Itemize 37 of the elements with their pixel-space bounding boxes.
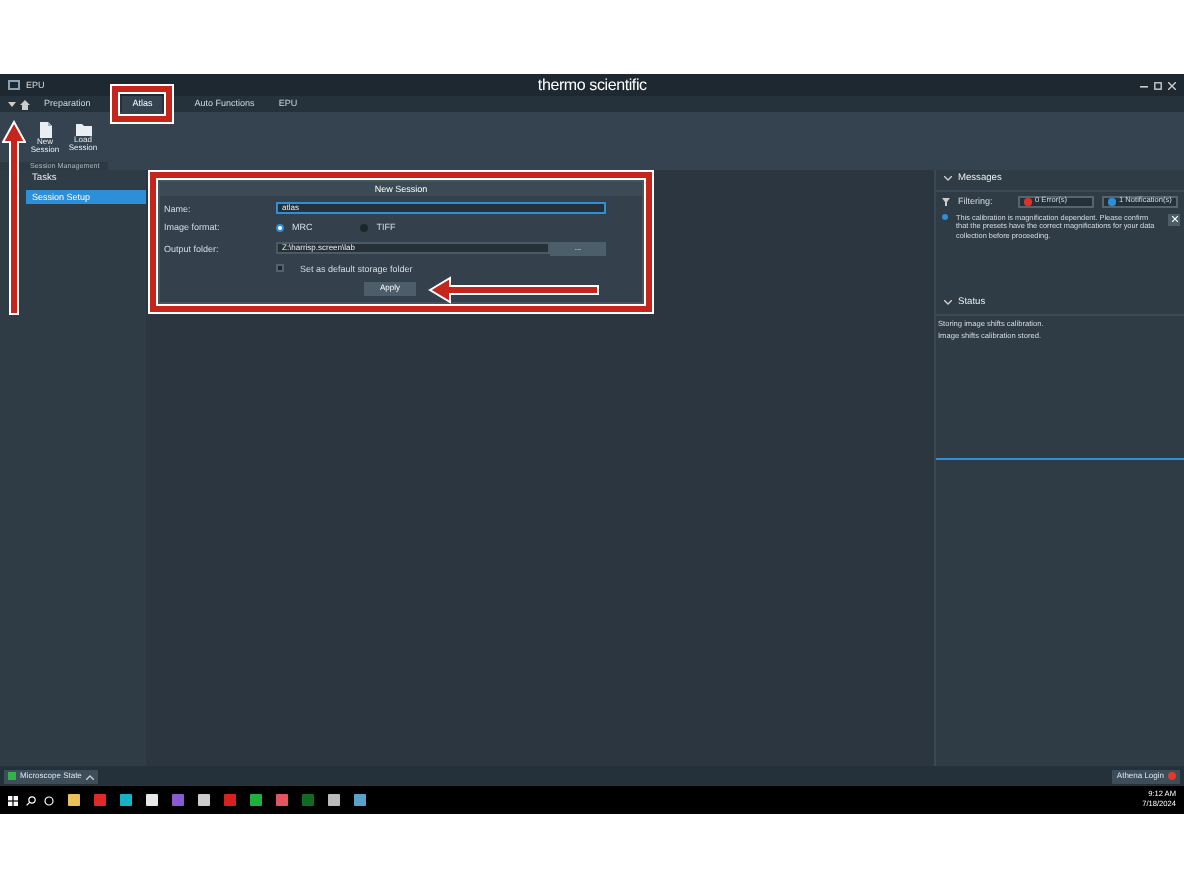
checkbox[interactable] <box>276 264 284 273</box>
windows-icon[interactable] <box>8 795 18 805</box>
close-icon[interactable] <box>1168 81 1176 89</box>
radio-button[interactable] <box>360 224 369 233</box>
error-dot-icon <box>1168 772 1176 780</box>
app-icon[interactable] <box>328 794 340 806</box>
app-icon[interactable] <box>198 794 210 806</box>
caret-icon <box>85 773 94 779</box>
filter-icon <box>942 197 950 206</box>
brand-logo: thermo scientific <box>535 75 649 95</box>
app-icon[interactable] <box>68 794 80 806</box>
search-icon[interactable] <box>26 795 36 805</box>
app-icon[interactable] <box>276 794 288 806</box>
app-icon[interactable] <box>224 794 236 806</box>
dropdown-icon[interactable] <box>8 100 16 108</box>
app-icon[interactable] <box>354 794 366 806</box>
app-icon[interactable] <box>172 794 184 806</box>
radio-button[interactable] <box>276 224 284 233</box>
annotation-box <box>112 86 173 122</box>
app-icon[interactable] <box>302 794 314 806</box>
minimize-icon[interactable] <box>1140 81 1148 89</box>
status-indicator-icon <box>8 772 16 780</box>
chevron-icon[interactable] <box>944 300 952 307</box>
app-icon[interactable] <box>250 794 262 806</box>
app-icon[interactable] <box>120 794 132 806</box>
app-icon <box>8 80 20 90</box>
circle-icon[interactable] <box>44 795 54 805</box>
close-button[interactable] <box>1168 213 1180 226</box>
close-icon <box>1171 216 1177 223</box>
info-icon <box>942 213 948 220</box>
home-icon[interactable] <box>20 99 30 109</box>
app-icon[interactable] <box>94 794 106 806</box>
chevron-icon[interactable] <box>944 176 952 183</box>
maximize-icon[interactable] <box>1154 81 1162 89</box>
document-icon <box>39 122 51 138</box>
folder-icon <box>75 122 91 136</box>
app-icon[interactable] <box>146 794 158 806</box>
